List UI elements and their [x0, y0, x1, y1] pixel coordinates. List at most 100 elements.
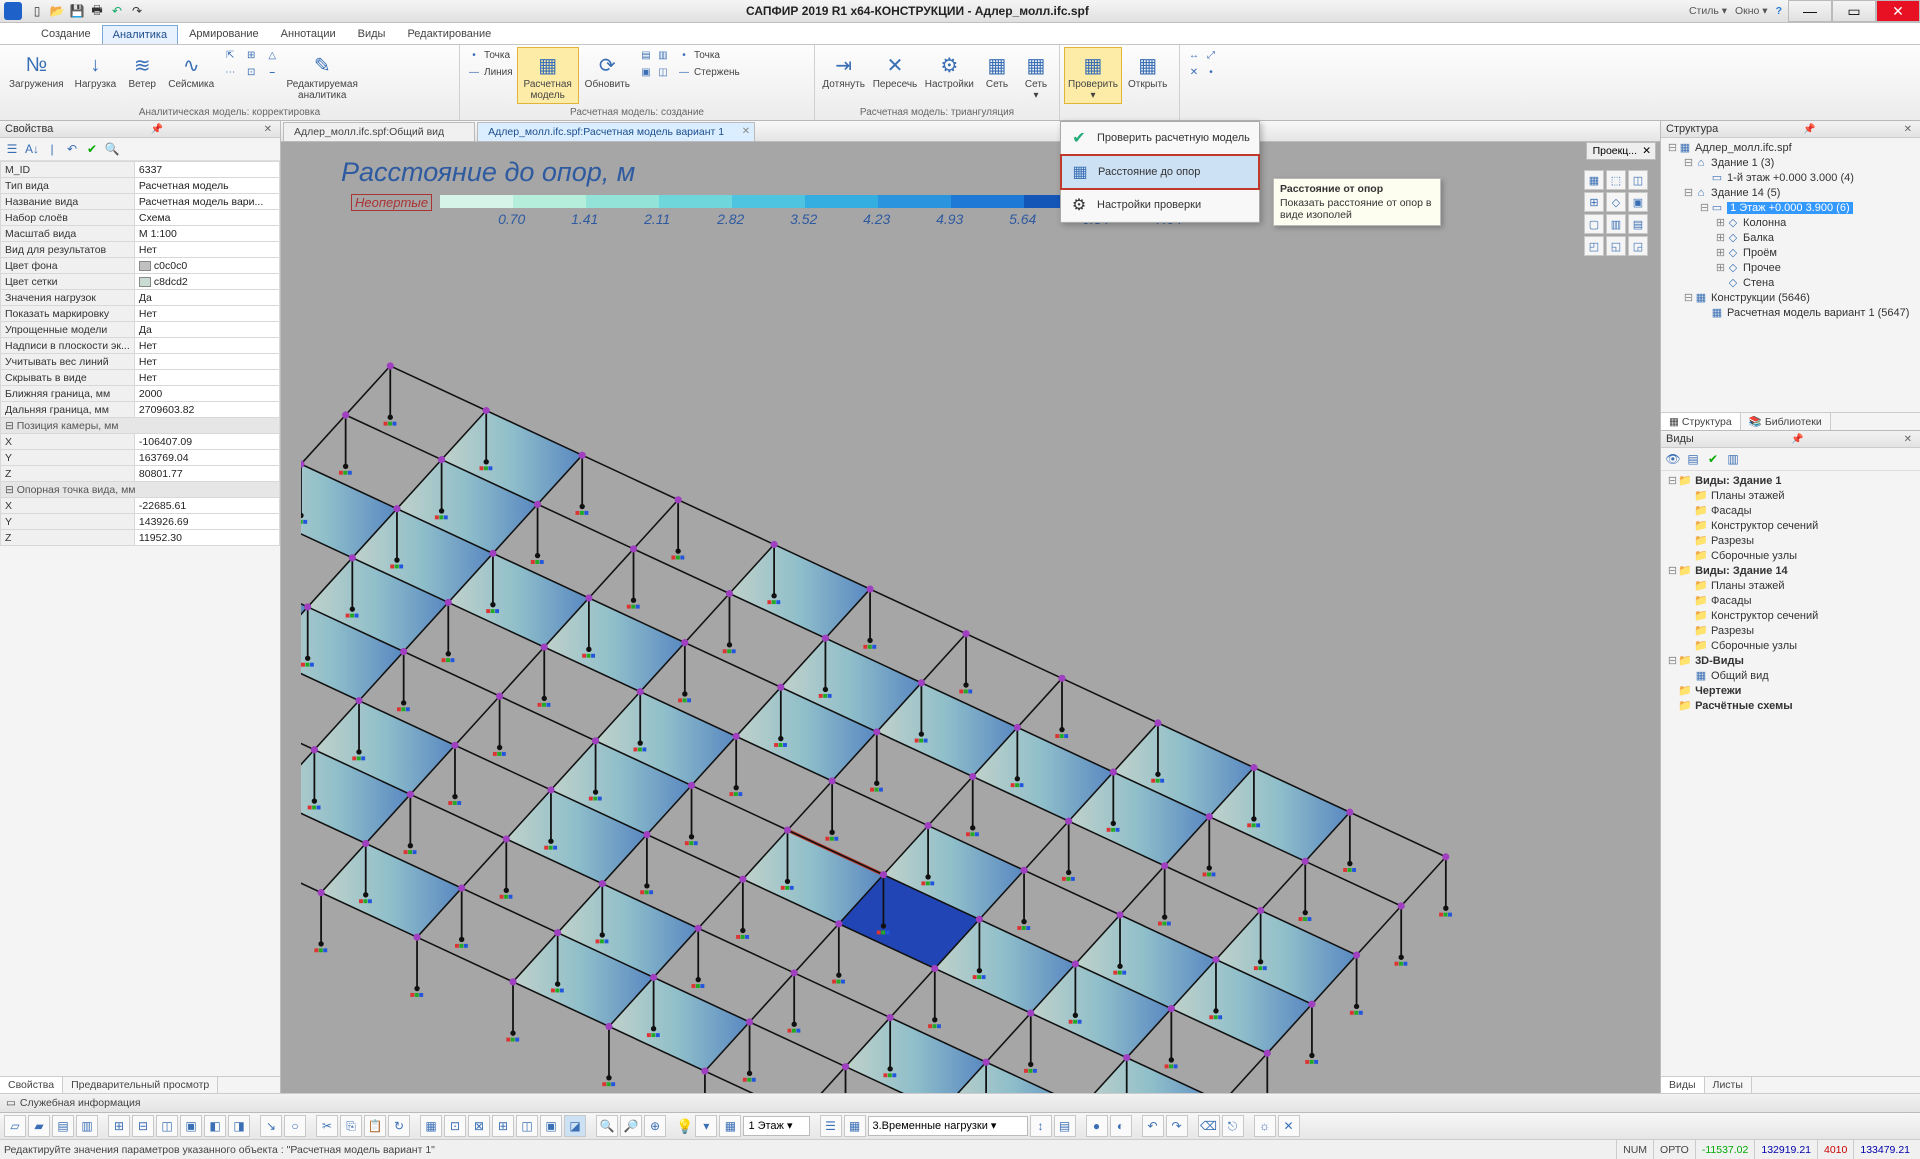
- qat-open-icon[interactable]: 📂: [48, 2, 66, 20]
- btn-wind[interactable]: ≋Ветер: [122, 47, 162, 94]
- minimize-button[interactable]: —: [1788, 0, 1832, 22]
- btn-intersect[interactable]: ✕Пересечь: [869, 47, 920, 94]
- close-tab-icon[interactable]: ✕: [742, 126, 750, 137]
- bb-btn[interactable]: ●: [1086, 1115, 1108, 1137]
- btn-settings[interactable]: ⚙Настройки: [922, 47, 977, 94]
- qat-print-icon[interactable]: 🖶: [88, 2, 106, 20]
- vt-btn[interactable]: ◇: [1606, 192, 1626, 212]
- tab-edit[interactable]: Редактирование: [396, 24, 502, 44]
- btn-calc-model[interactable]: ▦Расчетная модель: [517, 47, 579, 104]
- property-grid[interactable]: M_ID6337Тип видаРасчетная модельНазвание…: [0, 161, 280, 1076]
- structure-tree[interactable]: ⊟▦ Адлер_молл.ifc.spf⊟⌂ Здание 1 (3) ▭ 1…: [1661, 138, 1920, 412]
- bb-btn[interactable]: 🔎: [620, 1115, 642, 1137]
- btn-line[interactable]: ―Линия: [464, 64, 516, 80]
- scale-icon[interactable]: ⤢: [1204, 48, 1218, 62]
- bb-btn[interactable]: ◪: [564, 1115, 586, 1137]
- bb-btn[interactable]: ↻: [388, 1115, 410, 1137]
- tab-properties[interactable]: Свойства: [0, 1077, 63, 1093]
- small-btn[interactable]: ⊞: [241, 47, 261, 63]
- grid-btn[interactable]: ▥: [656, 48, 670, 62]
- small-btn[interactable]: ⋯: [220, 64, 240, 80]
- btn-mesh[interactable]: ▦Сеть: [978, 47, 1016, 94]
- tb-undo-icon[interactable]: ↶: [63, 140, 81, 158]
- bb-btn[interactable]: ◨: [228, 1115, 250, 1137]
- menu-distance-to-supports[interactable]: ▦Расстояние до опор: [1061, 155, 1259, 189]
- qat-save-icon[interactable]: 💾: [68, 2, 86, 20]
- service-info-bar[interactable]: ▭ Служебная информация: [0, 1093, 1920, 1112]
- btn-mesh-drop[interactable]: ▦Сеть ▾: [1017, 47, 1055, 104]
- vt-btn[interactable]: ▦: [1584, 170, 1604, 190]
- bb-btn[interactable]: ◫: [156, 1115, 178, 1137]
- vt-btn[interactable]: ▥: [1606, 214, 1626, 234]
- bb-btn[interactable]: ▤: [1054, 1115, 1076, 1137]
- loads-combo[interactable]: 3.Временные нагрузки ▾: [868, 1116, 1028, 1136]
- small-btn[interactable]: △: [262, 47, 282, 63]
- bb-btn[interactable]: ⊞: [492, 1115, 514, 1137]
- tb-cat-icon[interactable]: ☰: [3, 140, 21, 158]
- floor-combo[interactable]: 1 Этаж ▾: [743, 1116, 809, 1136]
- bb-btn[interactable]: ↷: [1166, 1115, 1188, 1137]
- bb-btn[interactable]: ▦: [719, 1115, 741, 1137]
- close-panel-icon[interactable]: ✕: [261, 124, 275, 135]
- model-canvas[interactable]: Расстояние до опор, м Неопертые0.701.412…: [281, 142, 1660, 1093]
- bb-btn[interactable]: ☰: [820, 1115, 842, 1137]
- tab-views[interactable]: Виды: [1661, 1077, 1705, 1093]
- projection-panel-header[interactable]: Проекц... ✕: [1586, 142, 1656, 160]
- tab-annotations[interactable]: Аннотации: [270, 24, 347, 44]
- menu-check-settings[interactable]: ⚙Настройки проверки: [1061, 189, 1259, 222]
- small-btn[interactable]: ⊡: [241, 64, 261, 80]
- vt-apply-icon[interactable]: ✔: [1704, 450, 1722, 468]
- vt-eye-icon[interactable]: 👁: [1664, 450, 1682, 468]
- btn-point[interactable]: •Точка: [464, 47, 516, 63]
- lamp-icon[interactable]: 💡: [676, 1118, 693, 1135]
- btn-open[interactable]: ▦Открыть: [1123, 47, 1172, 94]
- bb-btn[interactable]: ⊞: [108, 1115, 130, 1137]
- maximize-button[interactable]: ▭: [1832, 0, 1876, 22]
- tb-az-icon[interactable]: A↓: [23, 140, 41, 158]
- bb-btn[interactable]: ▤: [52, 1115, 74, 1137]
- tb-apply-icon[interactable]: ✔: [83, 140, 101, 158]
- bb-btn[interactable]: ⊕: [644, 1115, 666, 1137]
- btn-loadings[interactable]: №Загружения: [4, 47, 69, 94]
- del-icon[interactable]: ✕: [1187, 65, 1201, 79]
- bb-btn[interactable]: ▥: [76, 1115, 98, 1137]
- grid-btn[interactable]: ▤: [639, 48, 653, 62]
- move-icon[interactable]: ↔: [1187, 48, 1201, 62]
- bb-btn[interactable]: ⎘: [340, 1115, 362, 1137]
- vt-btn[interactable]: ▣: [1628, 192, 1648, 212]
- close-panel-icon[interactable]: ✕: [1901, 434, 1915, 445]
- tab-preview[interactable]: Предварительный просмотр: [63, 1077, 218, 1093]
- bb-btn[interactable]: ▰: [28, 1115, 50, 1137]
- bb-btn[interactable]: ◧: [204, 1115, 226, 1137]
- vt-btn[interactable]: ⊞: [1584, 192, 1604, 212]
- bb-btn[interactable]: ◫: [516, 1115, 538, 1137]
- bb-btn[interactable]: ▦: [844, 1115, 866, 1137]
- bb-btn[interactable]: ▦: [420, 1115, 442, 1137]
- tb-search-icon[interactable]: 🔍: [103, 140, 121, 158]
- tab-sheets[interactable]: Листы: [1705, 1077, 1752, 1093]
- bb-btn[interactable]: ⊟: [132, 1115, 154, 1137]
- tab-libraries[interactable]: 📚Библиотеки: [1741, 413, 1831, 430]
- window-menu[interactable]: Окно ▾: [1735, 5, 1768, 17]
- bb-btn[interactable]: ↶: [1142, 1115, 1164, 1137]
- bb-btn[interactable]: ⊡: [444, 1115, 466, 1137]
- bb-btn[interactable]: ○: [284, 1115, 306, 1137]
- bb-btn[interactable]: ✕: [1278, 1115, 1300, 1137]
- small-btn[interactable]: ⎯: [262, 64, 282, 80]
- btn-load[interactable]: ↓Нагрузка: [70, 47, 122, 94]
- btn-seismic[interactable]: ∿Сейсмика: [163, 47, 219, 94]
- vt-btn[interactable]: ▢: [1584, 214, 1604, 234]
- bb-btn[interactable]: ⊠: [468, 1115, 490, 1137]
- tab-views[interactable]: Виды: [347, 24, 397, 44]
- bb-btn[interactable]: ▣: [180, 1115, 202, 1137]
- small-btn[interactable]: ⇱: [220, 47, 240, 63]
- btn-editable-analytics[interactable]: ✎Редактируемая аналитика: [283, 47, 361, 104]
- vt-btn[interactable]: ◫: [1628, 170, 1648, 190]
- style-menu[interactable]: Стиль ▾: [1689, 5, 1727, 17]
- bb-btn[interactable]: ☼: [1254, 1115, 1276, 1137]
- doc-tab[interactable]: Адлер_молл.ifc.spf:Расчетная модель вари…: [477, 122, 755, 141]
- vt-icon[interactable]: ▤: [1684, 450, 1702, 468]
- close-button[interactable]: ✕: [1876, 0, 1920, 22]
- bb-btn[interactable]: ◐: [1110, 1115, 1132, 1137]
- help-icon[interactable]: ?: [1776, 5, 1782, 17]
